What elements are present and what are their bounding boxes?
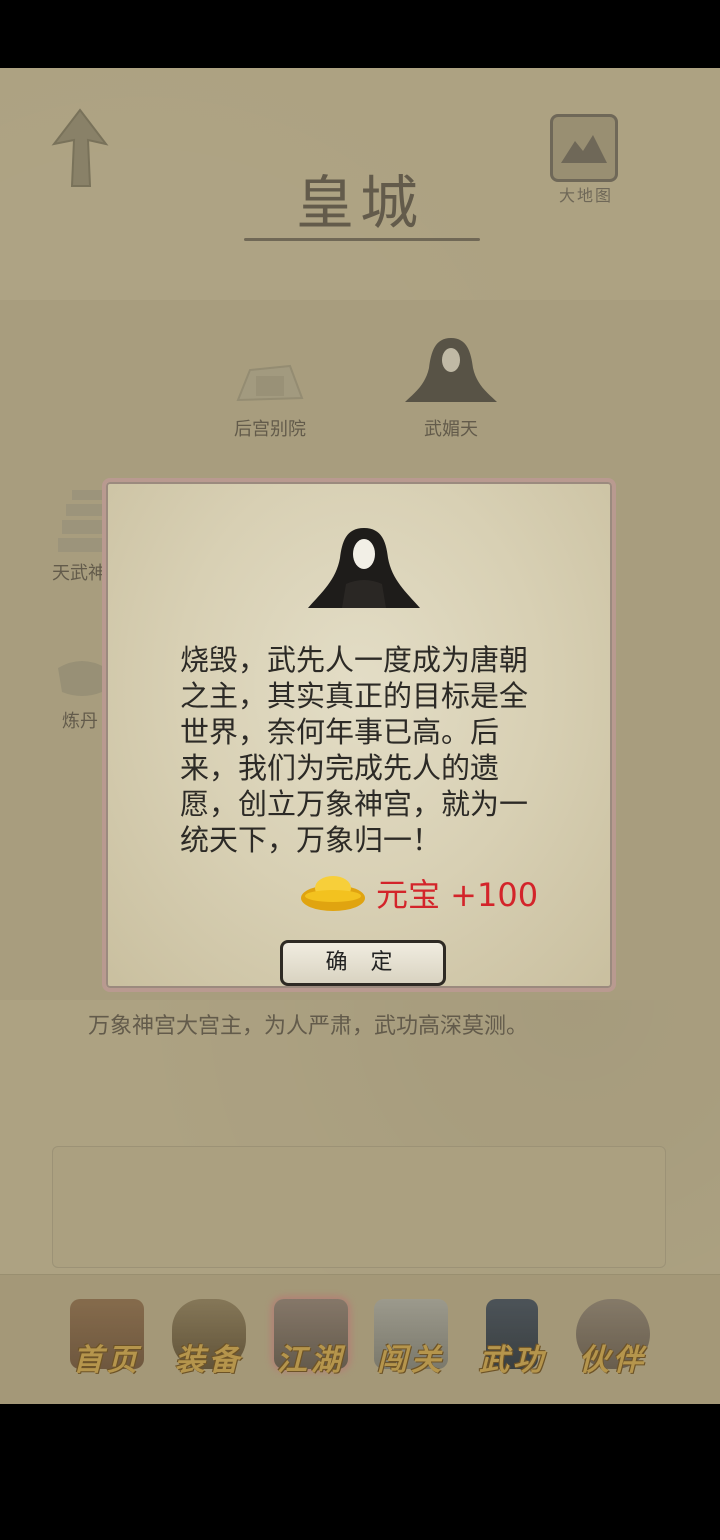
confirm-button[interactable]: 确 定 xyxy=(280,940,446,986)
reward-text: 元宝 +100 xyxy=(376,876,539,914)
dialog-message: 烧毁，武先人一度成为唐朝之主，其实真正的目标是全世界，奈何年事已高。后来，我们为… xyxy=(180,643,529,857)
gold-ingot-icon xyxy=(301,876,365,911)
npc-portrait-icon xyxy=(308,528,420,608)
system-nav-bar xyxy=(0,1404,720,1540)
status-bar xyxy=(0,0,720,68)
story-dialog: 烧毁，武先人一度成为唐朝之主，其实真正的目标是全世界，奈何年事已高。后来，我们为… xyxy=(102,478,616,992)
